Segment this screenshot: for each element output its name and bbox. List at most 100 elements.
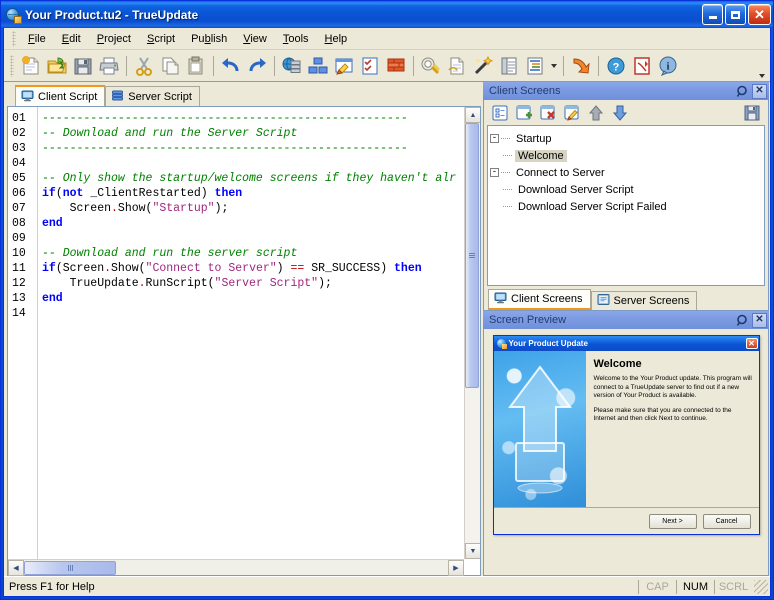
- paste-icon[interactable]: [183, 53, 209, 79]
- code-token: then: [394, 262, 422, 275]
- client-screens-tree[interactable]: - Startup Welcome - Connect to Server Downloa…: [487, 125, 765, 286]
- svg-text:?: ?: [613, 61, 620, 73]
- preview-window-title-bar: Your Product Update ✕: [493, 336, 759, 351]
- scroll-right-button[interactable]: ▶: [448, 559, 464, 576]
- auto-hide-pin-icon[interactable]: [735, 313, 750, 328]
- close-panel-icon[interactable]: ✕: [752, 83, 767, 99]
- screen-design-icon[interactable]: [331, 53, 357, 79]
- menu-tools[interactable]: Tools: [275, 30, 317, 48]
- save-screens-icon[interactable]: [740, 102, 764, 124]
- move-down-icon[interactable]: [608, 102, 632, 124]
- cut-icon[interactable]: [131, 53, 157, 79]
- main-content-area: Client Script Server Script 01 02 03 04 …: [4, 82, 770, 576]
- scroll-left-button[interactable]: ◀: [8, 559, 24, 576]
- tree-node-label[interactable]: Welcome: [515, 149, 567, 162]
- toolbar-grip[interactable]: [10, 54, 14, 77]
- tree-node[interactable]: Download Server Script: [490, 181, 762, 198]
- tree-node[interactable]: - Startup: [490, 130, 762, 147]
- plug-icon[interactable]: [418, 53, 444, 79]
- move-up-icon[interactable]: [584, 102, 608, 124]
- menu-bar: File Edit Project Script Publish View To…: [4, 28, 770, 50]
- code-token: SR_SUCCESS): [304, 262, 395, 275]
- tab-server-screens[interactable]: Server Screens: [590, 291, 698, 310]
- code-text[interactable]: ----------------------------------------…: [38, 107, 480, 559]
- close-panel-icon[interactable]: ✕: [752, 312, 767, 328]
- screen-properties-icon[interactable]: [488, 102, 512, 124]
- firewall-icon[interactable]: [383, 53, 409, 79]
- tab-server-script-label: Server Script: [128, 90, 192, 103]
- window-resize-grip[interactable]: [754, 579, 768, 594]
- horizontal-scroll-thumb[interactable]: [24, 560, 116, 575]
- line-number: 11: [12, 262, 26, 275]
- tab-client-screens[interactable]: Client Screens: [488, 289, 591, 310]
- check-list-icon[interactable]: [357, 53, 383, 79]
- pdf-manual-icon[interactable]: [629, 53, 655, 79]
- close-button[interactable]: ✕: [748, 4, 771, 25]
- maximize-button[interactable]: [725, 4, 746, 25]
- code-token: .: [104, 262, 112, 275]
- tree-node-label[interactable]: Download Server Script: [515, 184, 637, 196]
- undo-icon[interactable]: [218, 53, 244, 79]
- menu-project[interactable]: Project: [89, 30, 139, 48]
- outline-list-icon[interactable]: [522, 53, 548, 79]
- code-token: Show(: [117, 202, 153, 215]
- menu-script[interactable]: Script: [139, 30, 183, 48]
- status-indicator-cap: CAP: [638, 579, 676, 594]
- wizard-wand-icon[interactable]: [470, 53, 496, 79]
- toolbar-overflow-icon[interactable]: [757, 68, 767, 78]
- line-number: 03: [12, 142, 26, 155]
- new-project-icon[interactable]: [18, 53, 44, 79]
- tree-node-label[interactable]: Connect to Server: [513, 167, 608, 179]
- preview-heading: Welcome: [593, 358, 642, 370]
- save-project-icon[interactable]: [70, 53, 96, 79]
- code-token: "Connect to Server": [145, 262, 277, 275]
- scroll-down-button[interactable]: ▼: [465, 543, 480, 559]
- editor-vertical-scrollbar[interactable]: ▲ ▼: [464, 107, 480, 559]
- tab-client-script[interactable]: Client Script: [15, 85, 106, 106]
- build-blocks-icon[interactable]: [305, 53, 331, 79]
- scroll-up-button[interactable]: ▲: [465, 107, 480, 123]
- redo-icon[interactable]: [244, 53, 270, 79]
- code-line: -- Download and run the Server Script: [42, 126, 480, 141]
- delete-screen-icon[interactable]: [536, 102, 560, 124]
- menu-view[interactable]: View: [235, 30, 275, 48]
- server-globe-icon[interactable]: [279, 53, 305, 79]
- menu-edit[interactable]: Edit: [54, 30, 89, 48]
- line-number: 13: [12, 292, 26, 305]
- copy-icon[interactable]: [157, 53, 183, 79]
- vertical-scroll-track[interactable]: [465, 388, 480, 543]
- publish-arrow-icon[interactable]: [568, 53, 594, 79]
- tree-node-label[interactable]: Startup: [513, 133, 554, 145]
- code-line: end: [42, 216, 480, 231]
- print-icon[interactable]: [96, 53, 122, 79]
- tree-node-label[interactable]: Download Server Script Failed: [515, 201, 670, 213]
- open-project-icon[interactable]: [44, 53, 70, 79]
- outline-list-dropdown-arrow-icon[interactable]: [548, 53, 559, 79]
- tree-connector-line: [501, 172, 510, 173]
- tree-node[interactable]: Welcome: [490, 147, 762, 164]
- menu-help[interactable]: Help: [317, 30, 356, 48]
- tree-expander-icon[interactable]: -: [490, 134, 499, 143]
- monitor-icon: [21, 89, 34, 105]
- menu-file[interactable]: File: [20, 30, 54, 48]
- tab-server-script[interactable]: Server Script: [105, 86, 200, 106]
- tree-node[interactable]: Download Server Script Failed: [490, 198, 762, 215]
- properties-icon[interactable]: [496, 53, 522, 79]
- about-info-icon[interactable]: i: [655, 53, 681, 79]
- edit-screen-icon[interactable]: [560, 102, 584, 124]
- tree-node[interactable]: - Connect to Server: [490, 164, 762, 181]
- screens-tab-strip: Client Screens Server Screens: [484, 289, 768, 310]
- editor-horizontal-scrollbar[interactable]: ◀ ▶: [8, 559, 464, 576]
- vertical-scroll-thumb[interactable]: [465, 123, 479, 388]
- auto-hide-pin-icon[interactable]: [735, 84, 750, 99]
- menu-publish[interactable]: Publish: [183, 30, 235, 48]
- preview-window: Your Product Update ✕ Welcome Welcome to…: [492, 335, 760, 535]
- minimize-button[interactable]: [702, 4, 723, 25]
- document-icon[interactable]: [444, 53, 470, 79]
- code-editor[interactable]: 01 02 03 04 05 06 07 08 09 10 11 12 13 14 -----------…: [7, 106, 481, 576]
- application-icon[interactable]: [5, 7, 22, 24]
- main-toolbar: ? i: [4, 50, 770, 82]
- add-screen-icon[interactable]: [512, 102, 536, 124]
- help-icon[interactable]: ?: [603, 53, 629, 79]
- tree-expander-icon[interactable]: -: [490, 168, 499, 177]
